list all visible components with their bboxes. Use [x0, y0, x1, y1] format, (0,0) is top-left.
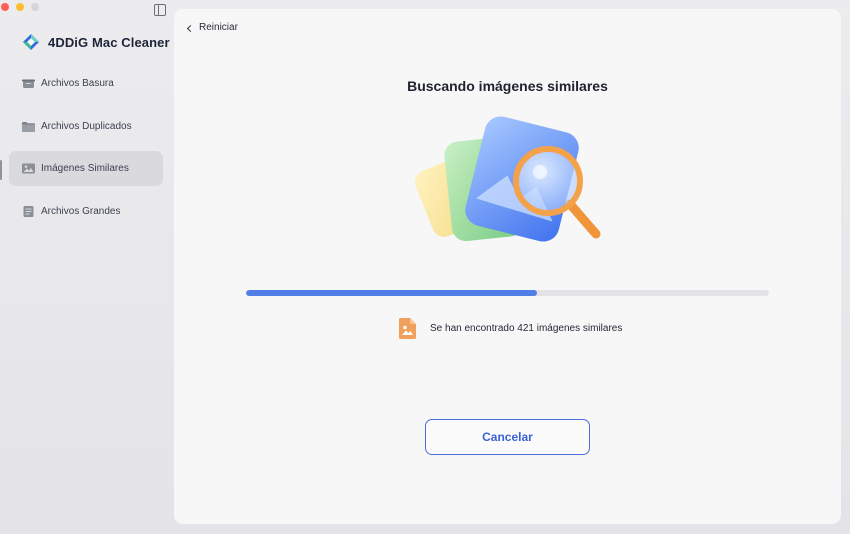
sidebar-item-label: Imágenes Similares [41, 163, 129, 175]
brand: 4DDiG Mac Cleaner [22, 33, 170, 51]
page-title: Buscando imágenes similares [407, 78, 608, 94]
sidebar-item-archivos-duplicados[interactable]: Archivos Duplicados [9, 109, 163, 144]
app-name: 4DDiG Mac Cleaner [48, 34, 170, 50]
folder-icon [22, 121, 35, 132]
scan-progress-bar [246, 290, 769, 296]
sidebar-item-label: Archivos Grandes [41, 206, 121, 218]
cancel-button[interactable]: Cancelar [425, 419, 590, 455]
main-panel: Reiniciar Buscando imágenes similares Se… [174, 9, 841, 524]
found-status: Se han encontrado 421 imágenes similares [399, 318, 622, 339]
image-icon [22, 163, 35, 174]
sidebar-item-imagenes-similares[interactable]: Imágenes Similares [9, 151, 163, 187]
minimize-window-button[interactable] [16, 3, 24, 11]
large-file-icon [23, 206, 34, 218]
chevron-left-icon [186, 24, 195, 32]
active-item-indicator [0, 160, 2, 180]
image-search-illustration [414, 116, 601, 242]
found-text: Se han encontrado 421 imágenes similares [430, 323, 623, 334]
trash-bin-icon [22, 79, 35, 88]
back-label: Reiniciar [199, 22, 238, 33]
progress-fill [246, 290, 538, 296]
sidebar-item-label: Archivos Duplicados [41, 120, 132, 132]
window-controls [1, 3, 39, 11]
close-window-button[interactable] [1, 3, 9, 11]
image-file-icon [399, 318, 416, 339]
sidebar-toggle-icon[interactable] [154, 4, 166, 16]
app-logo-icon [22, 33, 40, 51]
sidebar-item-label: Archivos Basura [41, 78, 114, 89]
sidebar: Archivos Basura Archivos Duplicados Imág… [9, 66, 163, 237]
maximize-window-button[interactable] [31, 3, 39, 11]
sidebar-item-archivos-basura[interactable]: Archivos Basura [9, 66, 163, 101]
sidebar-item-archivos-grandes[interactable]: Archivos Grandes [9, 194, 163, 229]
back-button[interactable]: Reiniciar [186, 22, 238, 33]
